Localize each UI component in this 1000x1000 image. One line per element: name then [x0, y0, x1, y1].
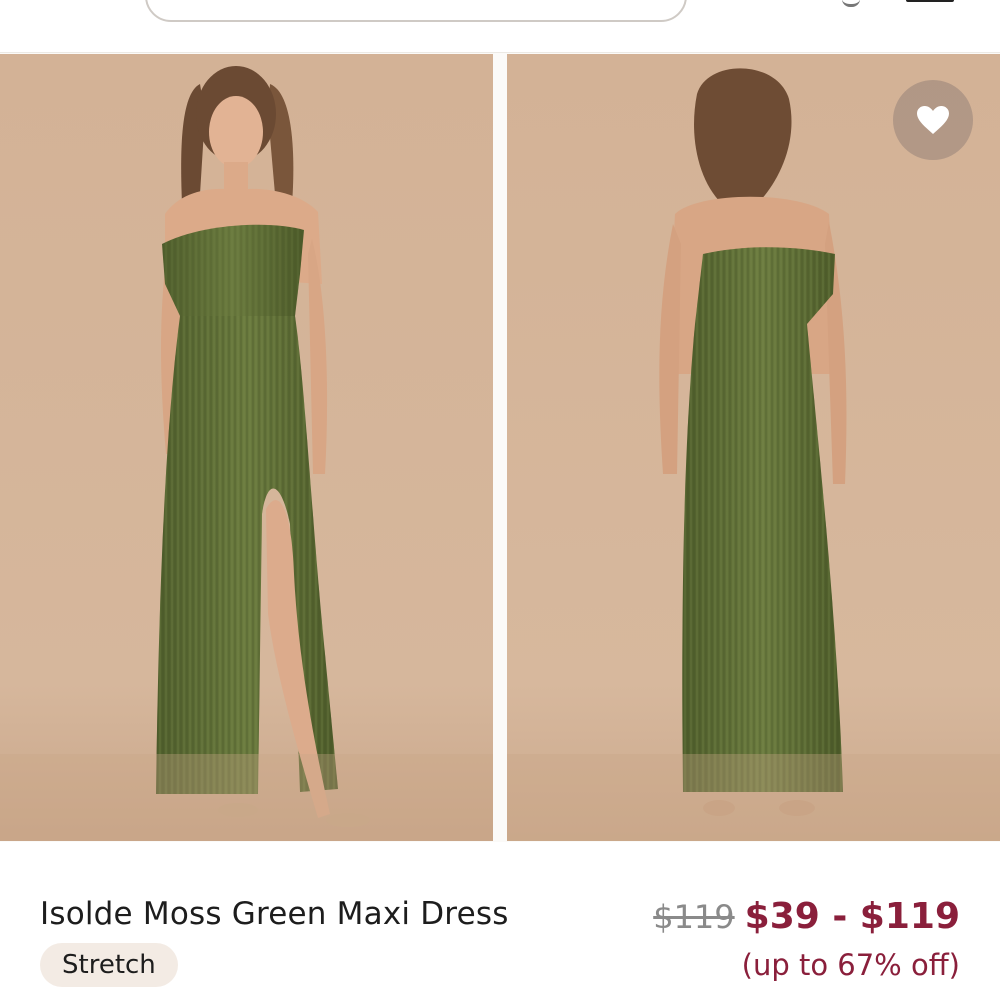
product-info: Isolde Moss Green Maxi Dress Stretch $11… [0, 842, 1000, 1000]
top-bar [0, 0, 1000, 53]
back-view-photo [507, 54, 1000, 841]
heart-icon [917, 106, 949, 134]
sale-price-range: $39 - $119 [744, 896, 960, 937]
bag-icon[interactable] [842, 0, 860, 7]
product-title[interactable]: Isolde Moss Green Maxi Dress [40, 896, 509, 932]
product-image-back[interactable] [507, 54, 1000, 841]
front-view-photo [0, 54, 493, 841]
favorite-button[interactable] [893, 80, 973, 160]
price-row: $119 $39 - $119 [653, 896, 960, 937]
search-input[interactable] [145, 0, 687, 22]
discount-note: (up to 67% off) [741, 948, 960, 982]
stretch-badge: Stretch [40, 943, 178, 987]
product-page: Isolde Moss Green Maxi Dress Stretch $11… [0, 0, 1000, 1000]
hamburger-menu-icon[interactable] [906, 0, 954, 4]
product-image-front[interactable] [0, 54, 493, 841]
original-price: $119 [653, 898, 735, 936]
